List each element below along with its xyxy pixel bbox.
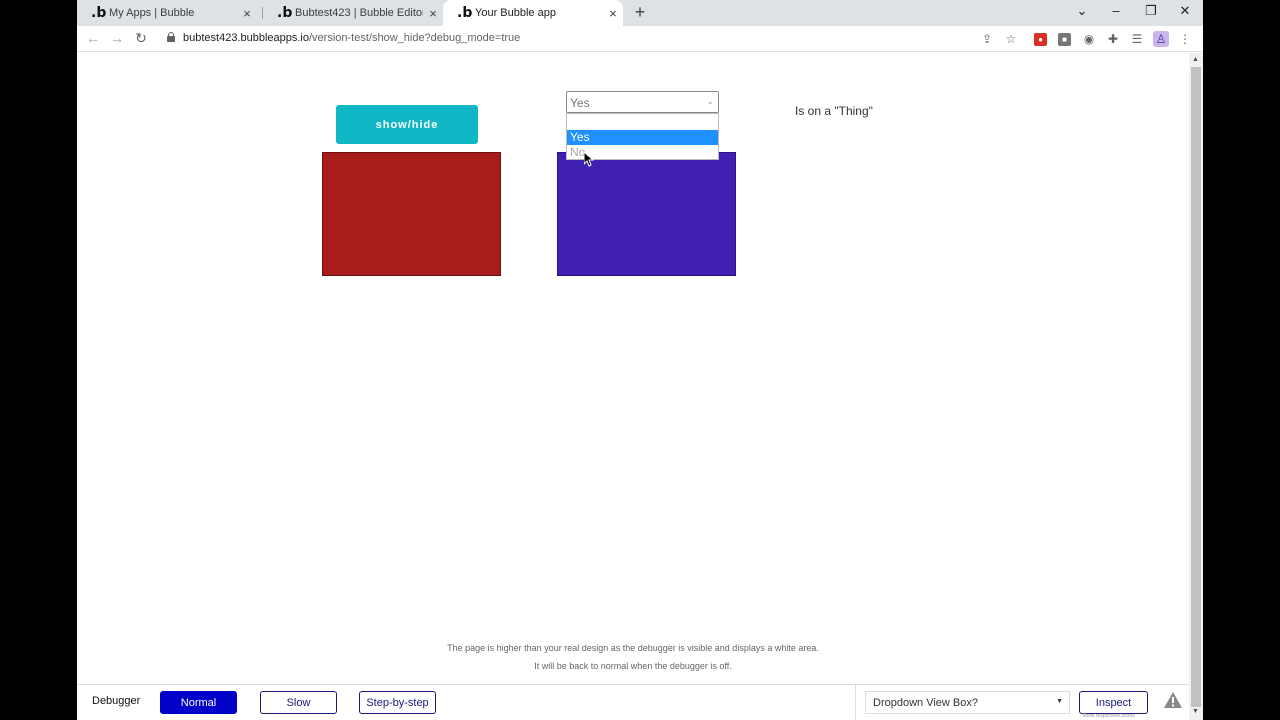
debugger-divider	[855, 685, 856, 720]
tab-title: My Apps | Bubble	[109, 7, 195, 19]
element-select-value: Dropdown View Box?	[873, 697, 978, 709]
forward-arrow-icon[interactable]: →	[108, 30, 126, 46]
profile-avatar-icon[interactable]: ♙	[1153, 31, 1169, 47]
lock-icon[interactable]	[167, 32, 175, 42]
tab-bubble-editor[interactable]: .b Bubtest423 | Bubble Editor ×	[263, 0, 443, 26]
window-close-icon[interactable]: ✕	[1175, 3, 1195, 19]
debugger-label: Debugger	[92, 695, 141, 707]
close-icon[interactable]: ×	[237, 6, 257, 21]
element-inspect-select[interactable]: Dropdown View Box? ▼	[865, 691, 1070, 714]
normal-mode-button[interactable]: Normal	[160, 691, 237, 714]
tab-search-chevron-icon[interactable]: ⌄	[1072, 3, 1092, 19]
show-responsive-boxes-link[interactable]: Show responsive boxes	[1082, 713, 1135, 719]
caret-down-icon: ▼	[1056, 698, 1063, 705]
yes-no-dropdown[interactable]: Yes ⌄	[566, 91, 719, 113]
scroll-up-arrow-icon[interactable]: ▲	[1192, 56, 1199, 63]
extensions-puzzle-icon[interactable]: ✚	[1105, 31, 1121, 47]
scroll-down-arrow-icon[interactable]: ▼	[1192, 708, 1199, 715]
slow-mode-button[interactable]: Slow	[260, 691, 337, 714]
close-icon[interactable]: ×	[603, 6, 623, 21]
extension-globe-icon[interactable]: ◉	[1081, 31, 1097, 47]
page-viewport: show/hide Yes ⌄ Yes No Is on a "Thing" T…	[77, 53, 1189, 684]
browser-toolbar: ← → ↻ bubtest423.bubbleapps.io/version-t…	[77, 26, 1203, 52]
share-icon[interactable]: ⇪	[979, 31, 995, 47]
bubble-favicon-icon: .b	[91, 5, 107, 21]
bookmark-star-icon[interactable]: ☆	[1003, 31, 1019, 47]
debugger-note-line1: The page is higher than your real design…	[447, 643, 819, 653]
scrollbar-thumb[interactable]	[1191, 67, 1201, 707]
warning-icon[interactable]	[1163, 691, 1183, 709]
tab-strip: .b My Apps | Bubble × .b Bubtest423 | Bu…	[77, 0, 1203, 26]
dropdown-option-empty[interactable]	[567, 114, 718, 130]
tab-title: Bubtest423 | Bubble Editor	[295, 7, 423, 19]
bubble-favicon-icon: .b	[457, 5, 473, 21]
tab-title: Your Bubble app	[475, 7, 556, 19]
show-hide-button[interactable]: show/hide	[336, 105, 478, 144]
dropdown-selected-value: Yes	[570, 96, 590, 110]
address-bar[interactable]: bubtest423.bubbleapps.io/version-test/sh…	[183, 32, 520, 44]
close-icon[interactable]: ×	[423, 6, 443, 21]
restore-icon[interactable]: ❐	[1141, 3, 1161, 19]
extension-red-icon[interactable]: ●	[1034, 33, 1047, 46]
chevron-down-icon: ⌄	[706, 96, 714, 106]
blue-group-box	[557, 152, 736, 276]
bubble-favicon-icon: .b	[277, 5, 293, 21]
new-tab-button[interactable]: +	[630, 2, 650, 23]
browser-window: .b My Apps | Bubble × .b Bubtest423 | Bu…	[77, 0, 1203, 720]
debugger-bar: Debugger Normal Slow Step-by-step Dropdo…	[77, 684, 1189, 720]
dropdown-option-yes[interactable]: Yes	[567, 130, 718, 145]
red-group-box	[322, 152, 501, 276]
mouse-cursor-icon	[584, 152, 594, 167]
back-arrow-icon[interactable]: ←	[84, 30, 102, 46]
tab-my-apps[interactable]: .b My Apps | Bubble ×	[77, 0, 257, 26]
extension-grey-icon[interactable]: ■	[1058, 33, 1071, 46]
inspect-button[interactable]: Inspect	[1079, 691, 1148, 714]
page-scrollbar[interactable]: ▲ ▼	[1189, 53, 1203, 720]
url-path: /version-test/show_hide?debug_mode=true	[309, 32, 521, 44]
step-by-step-button[interactable]: Step-by-step	[359, 691, 436, 714]
minimize-icon[interactable]: –	[1106, 3, 1126, 18]
thing-status-text: Is on a "Thing"	[795, 104, 873, 118]
tab-your-bubble-app[interactable]: .b Your Bubble app ×	[443, 0, 623, 26]
reload-icon[interactable]: ↻	[132, 30, 150, 47]
url-host: bubtest423.bubbleapps.io	[183, 32, 309, 44]
media-queue-icon[interactable]: ☰	[1129, 31, 1145, 47]
debugger-note-line2: It will be back to normal when the debug…	[534, 661, 732, 671]
menu-kebab-icon[interactable]: ⋮	[1177, 31, 1193, 47]
